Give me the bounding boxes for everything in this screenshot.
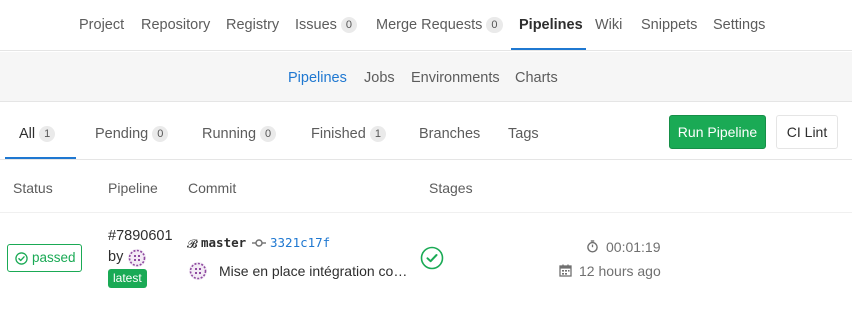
commit-icon	[252, 239, 266, 247]
tab-running[interactable]: Running 0	[202, 125, 277, 143]
pipeline-id-link[interactable]: #7890601	[108, 227, 173, 245]
issues-count-badge: 0	[340, 17, 358, 33]
branch-icon: 𝓑	[187, 237, 198, 251]
nav-item-settings[interactable]: Settings	[713, 16, 765, 34]
tab-running-label: Running	[202, 126, 257, 142]
triggered-by-label: by	[108, 249, 124, 265]
commit-message-link[interactable]: Mise en place intégration continue	[219, 262, 413, 280]
subnav-item-pipelines[interactable]: Pipelines	[288, 69, 347, 87]
tab-all[interactable]: All 1	[19, 125, 56, 143]
column-header-stages: Stages	[429, 180, 473, 196]
tab-pending-label: Pending	[95, 126, 149, 142]
nav-item-snippets[interactable]: Snippets	[641, 16, 697, 34]
table-row: passed #7890601 by latest 𝓑 master 3321c…	[0, 214, 852, 309]
column-header-commit: Commit	[188, 180, 237, 196]
timer-icon	[587, 240, 598, 253]
pending-count-badge: 0	[152, 126, 169, 142]
calendar-icon	[559, 264, 572, 277]
tab-finished[interactable]: Finished 1	[311, 125, 386, 143]
tab-all-label: All	[19, 126, 36, 142]
finished-count-badge: 1	[369, 126, 386, 142]
merge-requests-count-badge: 0	[486, 17, 503, 33]
subnav-item-environments[interactable]: Environments	[411, 69, 500, 87]
nav-item-repository[interactable]: Repository	[141, 16, 210, 34]
column-header-pipeline: Pipeline	[108, 180, 158, 196]
run-pipeline-button[interactable]: Run Pipeline	[669, 115, 766, 149]
status-badge[interactable]: passed	[7, 244, 82, 272]
pipelines-table-header: Status Pipeline Commit Stages	[0, 161, 852, 213]
status-label: passed	[32, 250, 76, 265]
active-nav-indicator	[511, 48, 586, 50]
project-nav: Project Repository Registry Issues 0 Merg…	[0, 0, 852, 51]
commit-sha-link[interactable]: 3321c17f	[270, 235, 330, 251]
nav-item-issues-label: Issues	[295, 17, 337, 33]
tab-finished-label: Finished	[311, 126, 366, 142]
subnav-item-charts[interactable]: Charts	[515, 69, 558, 87]
nav-item-pipelines[interactable]: Pipelines	[519, 16, 583, 34]
all-count-badge: 1	[39, 126, 56, 142]
column-header-status: Status	[13, 180, 53, 196]
nav-item-issues[interactable]: Issues 0	[295, 16, 358, 34]
nav-item-registry[interactable]: Registry	[226, 16, 279, 34]
branch-link[interactable]: master	[201, 235, 246, 251]
commit-author-avatar[interactable]	[189, 262, 207, 280]
avatar[interactable]	[128, 249, 146, 267]
tab-branches[interactable]: Branches	[419, 125, 480, 143]
check-circle-icon	[15, 252, 28, 265]
pipeline-duration: 00:01:19	[606, 239, 661, 255]
nav-item-wiki[interactable]: Wiki	[595, 16, 622, 34]
running-count-badge: 0	[260, 126, 277, 142]
pipeline-finished-time: 12 hours ago	[579, 263, 661, 279]
latest-badge: latest	[108, 269, 147, 288]
active-tab-indicator	[5, 157, 76, 159]
nav-item-merge-requests-label: Merge Requests	[376, 17, 483, 33]
nav-item-merge-requests[interactable]: Merge Requests 0	[376, 16, 503, 34]
tab-pending[interactable]: Pending 0	[95, 125, 169, 143]
subnav-item-jobs[interactable]: Jobs	[364, 69, 395, 87]
stage-passed-icon[interactable]	[420, 246, 444, 270]
tab-tags[interactable]: Tags	[508, 125, 539, 143]
pipelines-subnav: Pipelines Jobs Environments Charts	[0, 52, 852, 102]
nav-item-project[interactable]: Project	[79, 16, 124, 34]
pipeline-scope-tabs: All 1 Pending 0 Running 0 Finished 1 Branche…	[0, 103, 852, 160]
ci-lint-button[interactable]: CI Lint	[776, 115, 838, 149]
